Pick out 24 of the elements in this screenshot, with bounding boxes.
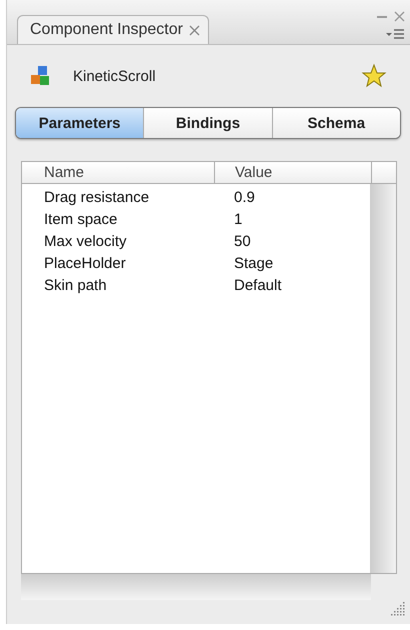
column-header[interactable]: Value <box>215 162 372 183</box>
tab[interactable]: Parameters <box>16 108 144 138</box>
property-value[interactable]: Default <box>214 276 370 294</box>
property-value[interactable]: 0.9 <box>214 188 370 206</box>
panel-tab[interactable]: Component Inspector <box>17 15 209 44</box>
property-value[interactable]: Stage <box>214 254 370 272</box>
close-icon[interactable] <box>394 11 405 22</box>
property-value[interactable]: 1 <box>214 210 370 228</box>
property-name: Max velocity <box>43 232 128 250</box>
component-name: KineticScroll <box>73 68 156 84</box>
property-name: Item space <box>43 210 118 228</box>
property-name: PlaceHolder <box>43 254 127 272</box>
tab[interactable]: Schema <box>272 108 400 138</box>
property-name: Skin path <box>43 276 108 294</box>
vertical-scrollbar[interactable] <box>370 184 396 573</box>
star-icon[interactable] <box>361 63 387 89</box>
tab[interactable]: Bindings <box>144 108 273 138</box>
horizontal-scrollbar[interactable] <box>21 574 371 600</box>
property-value[interactable]: 50 <box>214 232 370 250</box>
resize-grip-icon[interactable] <box>391 602 405 616</box>
column-header[interactable]: Name <box>22 162 215 183</box>
property-name: Drag resistance <box>43 188 150 206</box>
close-icon[interactable] <box>188 24 200 36</box>
panel-menu-icon[interactable] <box>385 28 405 40</box>
